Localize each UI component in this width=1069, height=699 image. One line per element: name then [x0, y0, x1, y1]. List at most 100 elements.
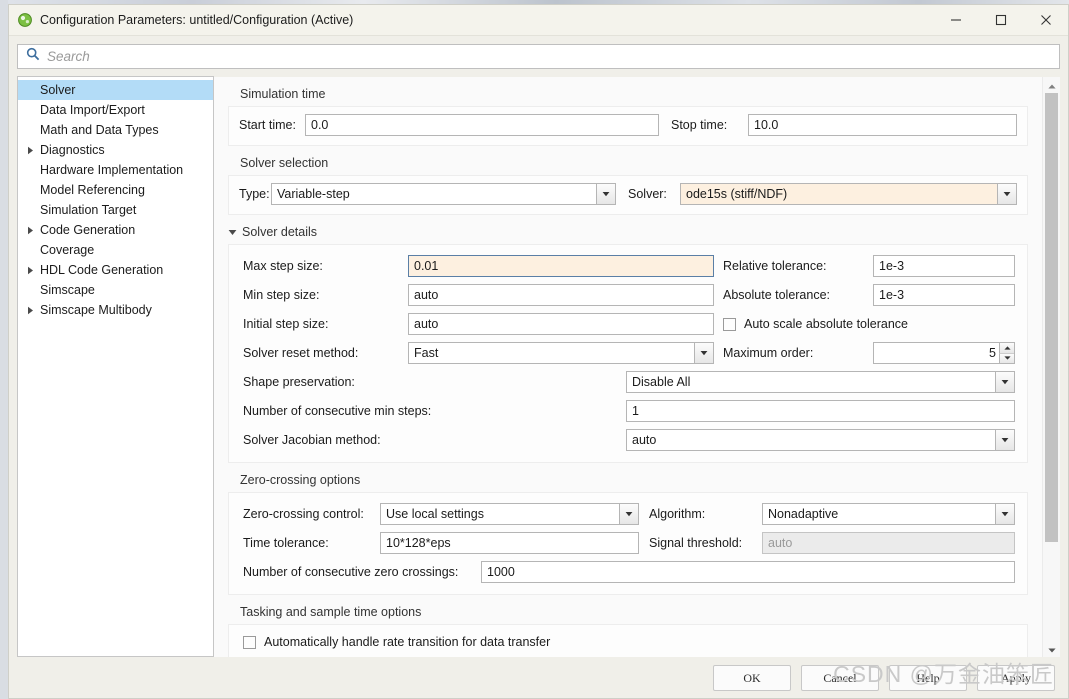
shape-preservation-value: Disable All: [632, 375, 691, 389]
help-button[interactable]: Help: [889, 665, 967, 691]
scroll-up-button[interactable]: [1043, 77, 1060, 93]
search-icon: [26, 47, 40, 66]
auto-rate-transition-checkbox[interactable]: [243, 635, 256, 649]
relative-tolerance-field[interactable]: 1e-3: [873, 255, 1015, 277]
title-bar: Configuration Parameters: untitled/Confi…: [9, 5, 1068, 36]
solver-type-dropdown[interactable]: Variable-step: [271, 183, 616, 205]
scroll-down-button[interactable]: [1043, 641, 1060, 657]
shape-preservation-dropdown[interactable]: Disable All: [626, 371, 1015, 393]
zero-crossing-heading: Zero-crossing options: [240, 473, 361, 487]
maximum-order-label: Maximum order:: [723, 346, 814, 360]
shape-preservation-label: Shape preservation:: [243, 375, 355, 389]
spinner-up-icon[interactable]: [999, 343, 1014, 353]
chevron-down-icon[interactable]: [694, 343, 713, 363]
apply-button[interactable]: Apply: [977, 665, 1055, 691]
chevron-down-icon[interactable]: [596, 184, 615, 204]
zero-crossing-control-label: Zero-crossing control:: [243, 507, 364, 521]
zero-crossing-panel: Zero-crossing control: Use local setting…: [228, 492, 1028, 595]
sidebar-item-data-import-export[interactable]: Data Import/Export: [18, 100, 213, 120]
settings-tree[interactable]: Solver Data Import/Export Math and Data …: [17, 76, 214, 657]
solver-reset-method-dropdown[interactable]: Fast: [408, 342, 714, 364]
chevron-down-icon[interactable]: [995, 430, 1014, 450]
solver-selection-panel: Type: Variable-step Solver: ode15s (stif…: [228, 175, 1028, 215]
solver-pane: Simulation time Start time: 0.0 Stop tim…: [214, 77, 1042, 657]
max-step-size-label: Max step size:: [243, 259, 323, 273]
sidebar-item-solver[interactable]: Solver: [18, 80, 213, 100]
scrollbar-track[interactable]: [1043, 93, 1060, 641]
chevron-right-icon[interactable]: [24, 146, 37, 155]
absolute-tolerance-field[interactable]: 1e-3: [873, 284, 1015, 306]
solver-type-value: Variable-step: [277, 187, 350, 201]
chevron-down-icon[interactable]: [619, 504, 638, 524]
time-tolerance-row: Time tolerance: 10*128*eps Signal thresh…: [243, 532, 1015, 554]
auto-scale-absolute-tolerance-label: Auto scale absolute tolerance: [744, 317, 908, 331]
sidebar-item-coverage[interactable]: Coverage: [18, 240, 213, 260]
solver-value: ode15s (stiff/NDF): [686, 187, 788, 201]
zero-crossing-control-value: Use local settings: [386, 507, 484, 521]
max-step-size-field[interactable]: 0.01: [408, 255, 714, 277]
sidebar-item-diagnostics[interactable]: Diagnostics: [18, 140, 213, 160]
min-steps-row: Number of consecutive min steps: 1: [243, 400, 1015, 422]
min-step-row: Min step size: auto Absolute tolerance: …: [243, 284, 1015, 306]
search-bar-container: Search: [9, 36, 1068, 76]
sidebar-item-simulation-target[interactable]: Simulation Target: [18, 200, 213, 220]
time-tolerance-label: Time tolerance:: [243, 536, 329, 550]
spinner-down-icon[interactable]: [999, 352, 1014, 363]
algorithm-dropdown[interactable]: Nonadaptive: [762, 503, 1015, 525]
initial-step-size-label: Initial step size:: [243, 317, 329, 331]
auto-scale-absolute-tolerance-checkbox[interactable]: [723, 317, 736, 331]
cancel-button[interactable]: Cancel: [801, 665, 879, 691]
sidebar-item-hdl-code-generation[interactable]: HDL Code Generation: [18, 260, 213, 280]
triangle-down-icon[interactable]: [228, 225, 237, 239]
maximize-button[interactable]: [978, 5, 1023, 35]
min-step-size-field[interactable]: auto: [408, 284, 714, 306]
chevron-down-icon[interactable]: [995, 372, 1014, 392]
chevron-right-icon[interactable]: [24, 306, 37, 315]
close-button[interactable]: [1023, 5, 1068, 35]
minimize-button[interactable]: [933, 5, 978, 35]
scrollbar-thumb[interactable]: [1045, 93, 1058, 543]
jacobian-row: Solver Jacobian method: auto: [243, 429, 1015, 451]
search-input[interactable]: Search: [17, 44, 1060, 69]
triangle-up-icon: [1047, 76, 1056, 94]
sidebar-item-label: Data Import/Export: [40, 103, 145, 117]
solver-jacobian-method-value: auto: [632, 433, 657, 447]
content-scrollbar[interactable]: [1042, 77, 1060, 657]
signal-threshold-field: auto: [762, 532, 1015, 554]
sidebar-item-model-referencing[interactable]: Model Referencing: [18, 180, 213, 200]
sidebar-item-hardware-implementation[interactable]: Hardware Implementation: [18, 160, 213, 180]
sidebar-item-label: Diagnostics: [40, 143, 105, 157]
number-consecutive-zero-crossings-field[interactable]: 1000: [481, 561, 1015, 583]
sidebar-item-simscape[interactable]: Simscape: [18, 280, 213, 300]
sidebar-item-label: Simscape Multibody: [40, 303, 152, 317]
ok-button[interactable]: OK: [713, 665, 791, 691]
auto-rate-transition-row[interactable]: Automatically handle rate transition for…: [243, 635, 1015, 649]
chevron-right-icon[interactable]: [24, 266, 37, 275]
solver-jacobian-method-dropdown[interactable]: auto: [626, 429, 1015, 451]
time-tolerance-field[interactable]: 10*128*eps: [380, 532, 639, 554]
initial-step-size-field[interactable]: auto: [408, 313, 714, 335]
zero-crossing-control-dropdown[interactable]: Use local settings: [380, 503, 639, 525]
number-consecutive-min-steps-field[interactable]: 1: [626, 400, 1015, 422]
chevron-down-icon[interactable]: [997, 184, 1016, 204]
solver-details-heading[interactable]: Solver details: [228, 215, 1028, 244]
spinner-buttons[interactable]: [999, 343, 1014, 363]
solver-jacobian-method-label: Solver Jacobian method:: [243, 433, 381, 447]
algorithm-label: Algorithm:: [649, 507, 706, 521]
start-time-field[interactable]: 0.0: [305, 114, 659, 136]
sidebar-item-code-generation[interactable]: Code Generation: [18, 220, 213, 240]
maximum-order-spinner[interactable]: 5: [873, 342, 1015, 364]
sidebar-item-simscape-multibody[interactable]: Simscape Multibody: [18, 300, 213, 320]
num-zero-crossings-row: Number of consecutive zero crossings: 10…: [243, 561, 1015, 583]
dialog-body: Solver Data Import/Export Math and Data …: [9, 76, 1068, 657]
screenshot-root: Configuration Parameters: untitled/Confi…: [0, 0, 1069, 699]
chevron-down-icon[interactable]: [995, 504, 1014, 524]
solver-dropdown[interactable]: ode15s (stiff/NDF): [680, 183, 1017, 205]
sidebar-item-math-and-data-types[interactable]: Math and Data Types: [18, 120, 213, 140]
content-area: Simulation time Start time: 0.0 Stop tim…: [214, 76, 1060, 657]
solver-details-panel: Max step size: 0.01 Relative tolerance: …: [228, 244, 1028, 463]
window-title: Configuration Parameters: untitled/Confi…: [40, 13, 354, 27]
start-time-label: Start time:: [239, 118, 296, 132]
stop-time-field[interactable]: 10.0: [748, 114, 1017, 136]
chevron-right-icon[interactable]: [24, 226, 37, 235]
